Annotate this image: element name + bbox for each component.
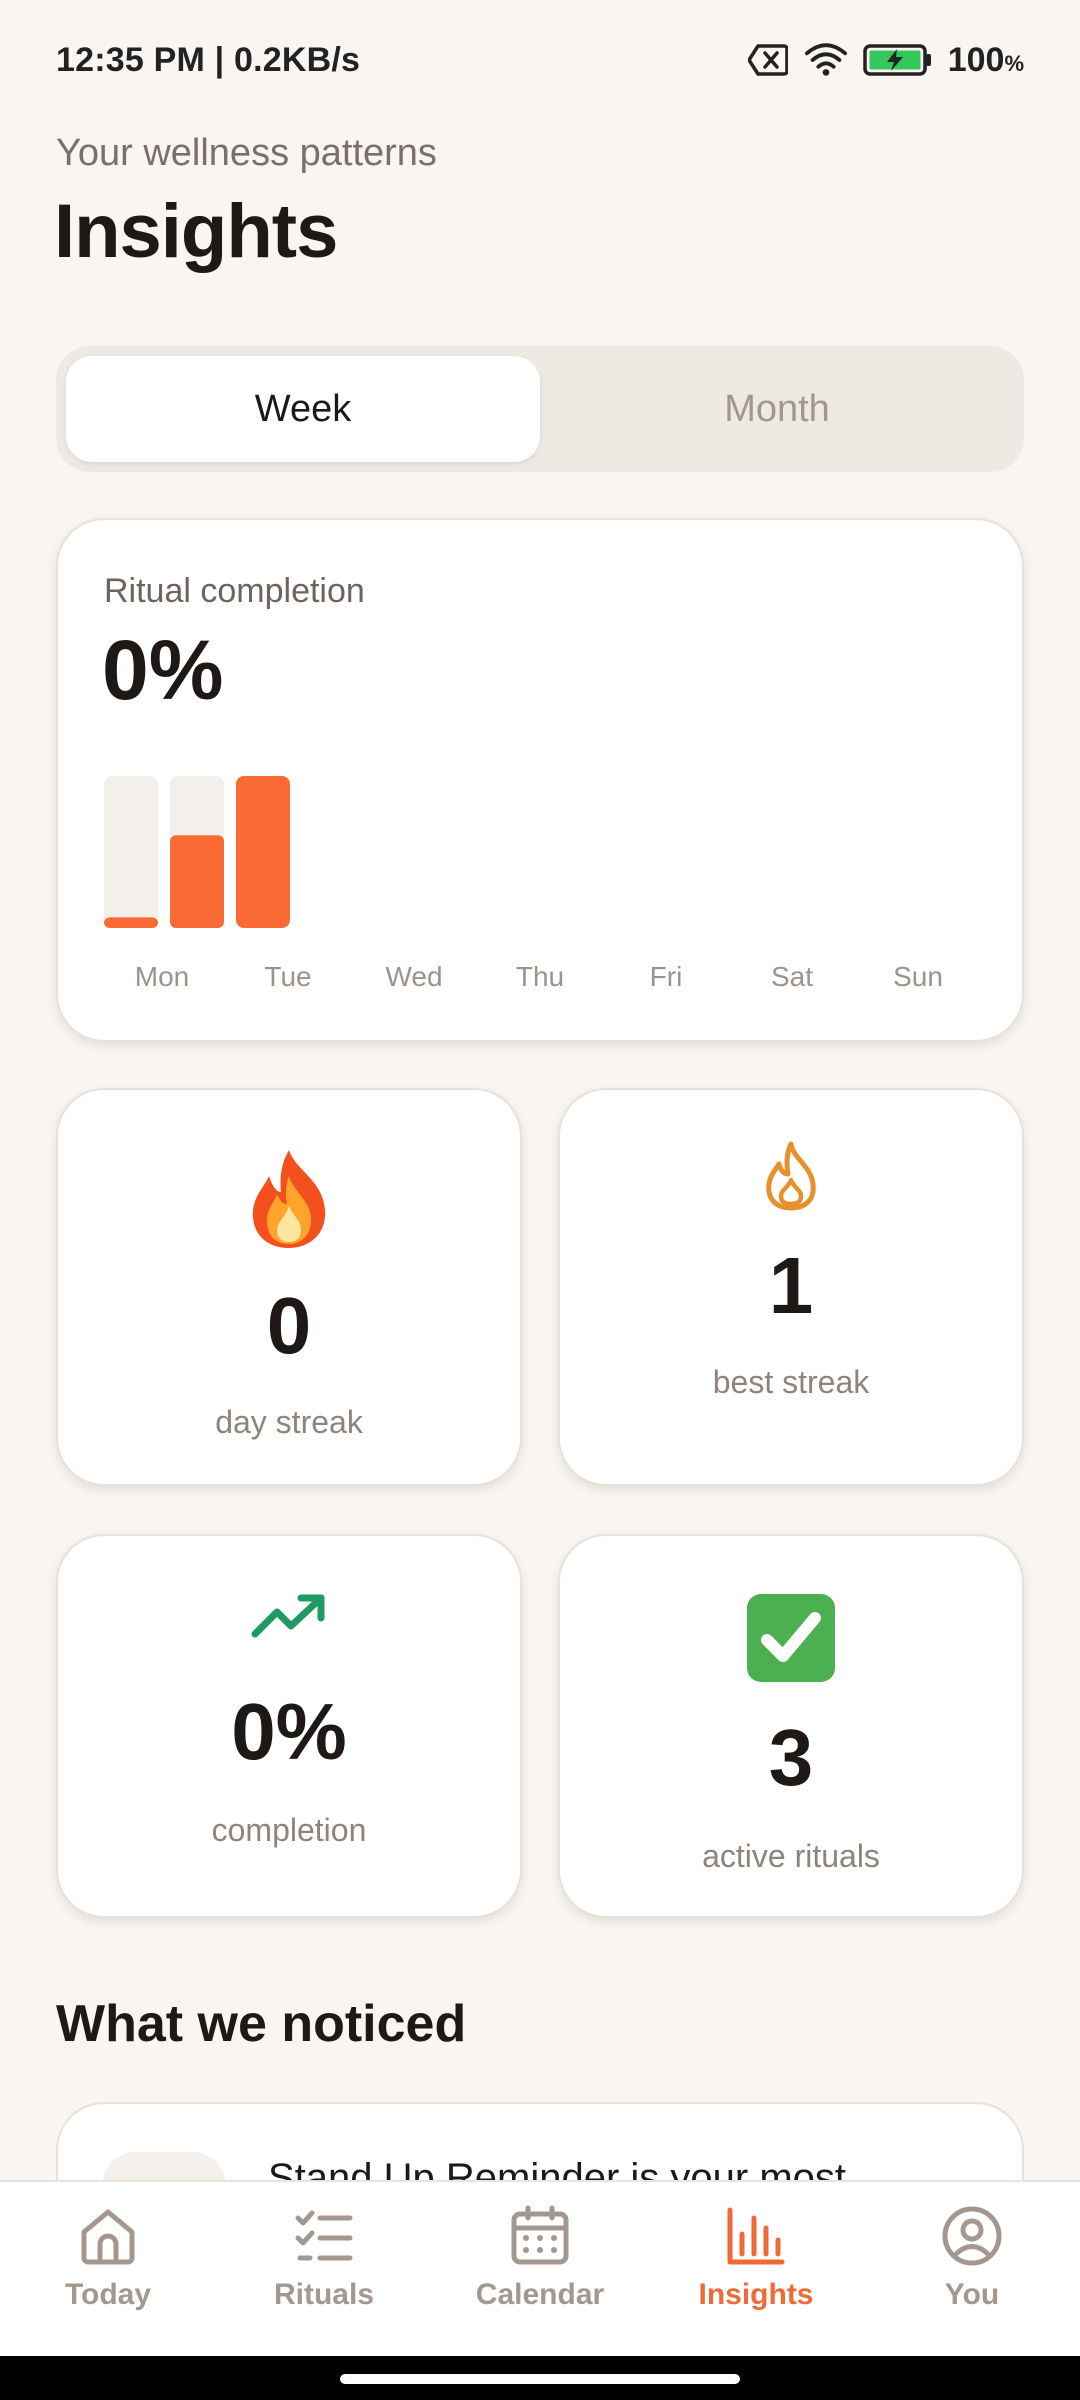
best-streak-label: best streak (712, 1364, 870, 1400)
nav-rituals-label: Rituals (273, 2278, 375, 2311)
tick-label-thu: Thu (516, 961, 564, 992)
nav-calendar-label: Calendar (475, 2278, 605, 2311)
tick-label-sun: Sun (893, 961, 943, 992)
day-streak-label: day streak (215, 1404, 363, 1440)
completion-stat-label: completion (211, 1812, 367, 1848)
active-rituals-label: active rituals (702, 1838, 880, 1874)
tick-label-sat: Sat (771, 961, 813, 992)
bar-tue (170, 835, 224, 928)
completion-stat-card: 0% completion (56, 1534, 522, 1918)
ritual-completion-card: Ritual completion 0% Mon Tue Wed Thu Fri Sat S… (56, 518, 1024, 1042)
tick-label-tue: Tue (264, 961, 311, 992)
nav-today-label: Today (64, 2278, 152, 2311)
battery-percent: 100% (947, 40, 1024, 79)
nav-you[interactable]: You (864, 2182, 1080, 2356)
tick-label-mon: Mon (135, 961, 189, 992)
nav-rituals[interactable]: Rituals (216, 2182, 432, 2356)
tab-month[interactable]: Month (540, 356, 1014, 462)
tick-label-wed: Wed (385, 961, 442, 992)
profile-icon (936, 2200, 1008, 2272)
bar-mon (104, 917, 158, 928)
nav-you-label: You (944, 2278, 1000, 2311)
active-rituals-card: 3 active rituals (558, 1534, 1024, 1918)
sim-off-icon (746, 38, 790, 82)
wifi-icon (804, 38, 848, 82)
checklist-icon (288, 2200, 360, 2272)
active-rituals-value: 3 (768, 1713, 814, 1802)
battery-charging-icon (862, 38, 934, 82)
home-icon (72, 2200, 144, 2272)
page-subtitle: Your wellness patterns (56, 132, 437, 174)
nav-today[interactable]: Today (0, 2182, 216, 2356)
range-toggle: Week Month (56, 346, 1024, 472)
status-icons: 100% (746, 38, 1024, 82)
nav-calendar[interactable]: Calendar (432, 2182, 648, 2356)
trending-up-icon (58, 1594, 520, 1640)
section-what-we-noticed: What we noticed (56, 1995, 467, 2053)
fire-emoji-icon (58, 1146, 520, 1250)
day-streak-card: 0 day streak (56, 1088, 522, 1486)
status-time-speed: 12:35 PM | 0.2KB/s (56, 40, 361, 79)
status-bar: 12:35 PM | 0.2KB/s 100% (0, 0, 1080, 120)
bar-track-mon (104, 776, 158, 928)
weekly-completion-chart: Mon Tue Wed Thu Fri Sat Sun (104, 776, 943, 992)
nav-insights[interactable]: Insights (648, 2182, 864, 2356)
best-streak-value: 1 (768, 1241, 814, 1330)
nav-insights-label: Insights (698, 2278, 814, 2311)
completion-stat-value: 0% (231, 1687, 347, 1776)
day-streak-value: 0 (266, 1281, 312, 1370)
bottom-navigation: Today Rituals Calendar Insights You (0, 2180, 1080, 2356)
check-box-icon (560, 1592, 1022, 1684)
insights-screen: 12:35 PM | 0.2KB/s 100% Your wellness pa… (0, 0, 1080, 2400)
calendar-icon (504, 2200, 576, 2272)
bar-chart-icon (720, 2200, 792, 2272)
flame-outline-icon (560, 1140, 1022, 1212)
bar-wed (236, 776, 290, 928)
best-streak-card: 1 best streak (558, 1088, 1024, 1486)
home-gesture-handle[interactable] (340, 2374, 740, 2384)
page-title: Insights (54, 189, 338, 274)
tab-week[interactable]: Week (66, 356, 540, 462)
tick-label-fri: Fri (650, 961, 683, 992)
